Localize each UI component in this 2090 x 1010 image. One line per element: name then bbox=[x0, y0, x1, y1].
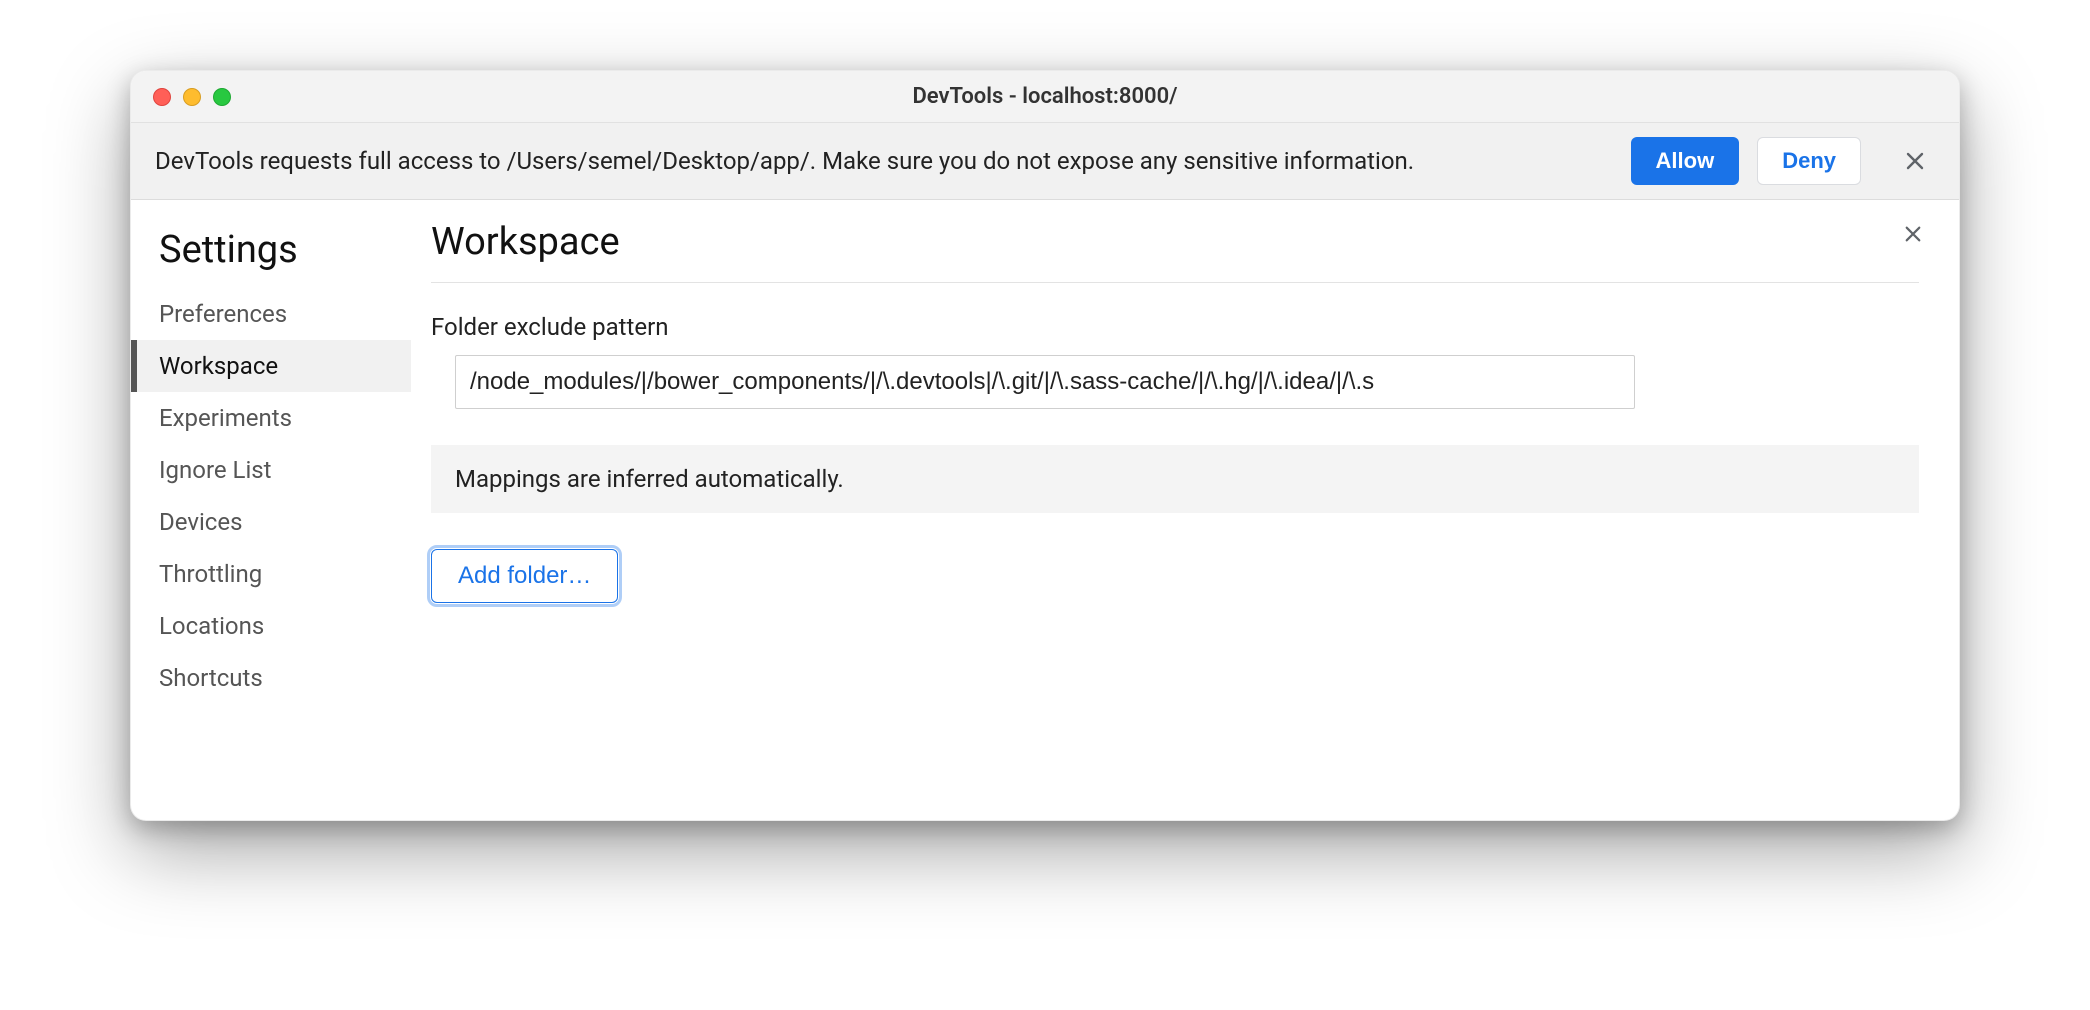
close-icon bbox=[1905, 151, 1925, 171]
infobar-close-button[interactable] bbox=[1895, 141, 1935, 181]
sidebar-item-shortcuts[interactable]: Shortcuts bbox=[131, 652, 411, 704]
window-minimize-button[interactable] bbox=[183, 88, 201, 106]
settings-panel: Settings Preferences Workspace Experimen… bbox=[131, 200, 1959, 820]
settings-main: Workspace Folder exclude pattern Mapping… bbox=[411, 200, 1959, 820]
window-close-button[interactable] bbox=[153, 88, 171, 106]
exclude-pattern-label: Folder exclude pattern bbox=[431, 313, 1919, 341]
sidebar-item-preferences[interactable]: Preferences bbox=[131, 288, 411, 340]
settings-sidebar: Settings Preferences Workspace Experimen… bbox=[131, 200, 411, 820]
deny-button[interactable]: Deny bbox=[1757, 137, 1861, 185]
window-zoom-button[interactable] bbox=[213, 88, 231, 106]
close-icon bbox=[1904, 225, 1922, 243]
infobar-message: DevTools requests full access to /Users/… bbox=[155, 147, 1613, 175]
sidebar-item-throttling[interactable]: Throttling bbox=[131, 548, 411, 600]
window-title: DevTools - localhost:8000/ bbox=[131, 84, 1959, 109]
sidebar-item-workspace[interactable]: Workspace bbox=[131, 340, 411, 392]
sidebar-item-ignore-list[interactable]: Ignore List bbox=[131, 444, 411, 496]
mappings-hint: Mappings are inferred automatically. bbox=[431, 445, 1919, 513]
add-folder-button[interactable]: Add folder… bbox=[431, 549, 618, 603]
settings-close-button[interactable] bbox=[1895, 216, 1931, 252]
allow-button[interactable]: Allow bbox=[1631, 137, 1740, 185]
devtools-window: DevTools - localhost:8000/ DevTools requ… bbox=[130, 70, 1960, 821]
exclude-pattern-input[interactable] bbox=[455, 355, 1635, 409]
sidebar-item-devices[interactable]: Devices bbox=[131, 496, 411, 548]
window-titlebar: DevTools - localhost:8000/ bbox=[131, 71, 1959, 123]
access-request-infobar: DevTools requests full access to /Users/… bbox=[131, 123, 1959, 200]
sidebar-item-experiments[interactable]: Experiments bbox=[131, 392, 411, 444]
settings-title: Settings bbox=[131, 220, 411, 288]
page-heading: Workspace bbox=[431, 220, 1919, 283]
traffic-lights bbox=[131, 88, 231, 106]
sidebar-item-locations[interactable]: Locations bbox=[131, 600, 411, 652]
